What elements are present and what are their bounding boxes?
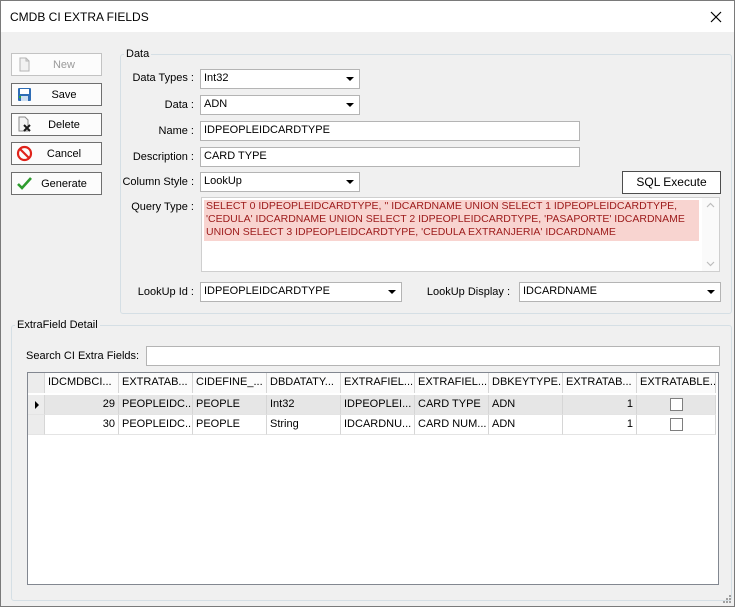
name-value: IDPEOPLEIDCARDTYPE <box>204 124 330 136</box>
name-field[interactable]: IDPEOPLEIDCARDTYPE <box>200 121 580 141</box>
lookup-display-value: IDCARDNAME <box>523 285 597 297</box>
query-type-field[interactable]: SELECT 0 IDPEOPLEIDCARDTYPE, '' IDCARDNA… <box>201 197 720 272</box>
scroll-up-icon <box>706 202 715 208</box>
save-button-label: Save <box>51 88 77 101</box>
lookup-display-label: LookUp Display : <box>426 286 510 298</box>
column-style-label: Column Style : <box>122 176 194 188</box>
window-title: CMDB CI EXTRA FIELDS <box>10 10 149 24</box>
data-value: ADN <box>204 98 228 110</box>
grid-header: IDCMDBCI... EXTRATAB... CIDEFINE_... DBD… <box>28 373 716 393</box>
row-checkbox[interactable] <box>669 418 683 431</box>
row-header <box>28 415 45 435</box>
table-cell[interactable]: 1 <box>563 395 637 415</box>
save-button[interactable]: Save <box>11 83 102 106</box>
description-label: Description : <box>132 151 194 163</box>
generate-button[interactable]: Generate <box>11 172 102 195</box>
column-header[interactable]: DBKEYTYPE... <box>489 373 563 393</box>
row-checkbox[interactable] <box>669 398 683 411</box>
new-button-label: New <box>52 58 75 71</box>
column-style-combo[interactable]: LookUp <box>200 172 360 192</box>
check-icon <box>16 175 33 192</box>
row-pointer-icon <box>35 401 39 409</box>
column-header[interactable]: EXTRATABLE... <box>637 373 716 393</box>
column-header[interactable]: CIDEFINE_... <box>193 373 267 393</box>
query-scrollbar[interactable] <box>702 198 719 271</box>
delete-button[interactable]: Delete <box>11 113 102 136</box>
lookup-display-combo[interactable]: IDCARDNAME <box>519 282 721 302</box>
row-header-corner <box>28 373 45 393</box>
table-cell[interactable]: IDPEOPLEI... <box>341 395 415 415</box>
table-cell[interactable]: 29 <box>45 395 119 415</box>
search-label: Search CI Extra Fields: <box>26 350 140 362</box>
data-types-combo[interactable]: Int32 <box>200 69 360 89</box>
table-cell <box>637 395 716 415</box>
lookup-id-value: IDPEOPLEIDCARDTYPE <box>204 285 330 297</box>
scroll-down-icon <box>706 261 715 267</box>
column-header[interactable]: EXTRATAB... <box>119 373 193 393</box>
data-types-value: Int32 <box>204 72 229 84</box>
cancel-button-label: Cancel <box>46 147 82 160</box>
chevron-down-icon <box>346 77 354 81</box>
table-cell[interactable]: CARD NUM... <box>415 415 489 435</box>
chevron-down-icon <box>388 290 396 294</box>
detail-group-legend: ExtraField Detail <box>17 319 98 331</box>
table-cell[interactable]: PEOPLEIDC... <box>119 415 193 435</box>
extra-fields-grid[interactable]: IDCMDBCI... EXTRATAB... CIDEFINE_... DBD… <box>27 372 719 585</box>
lookup-id-label: LookUp Id : <box>137 286 194 298</box>
column-style-value: LookUp <box>204 175 242 187</box>
resize-grip-icon[interactable] <box>722 594 732 604</box>
table-cell <box>637 415 716 435</box>
table-cell[interactable]: 1 <box>563 415 637 435</box>
save-icon <box>16 86 33 103</box>
new-button[interactable]: New <box>11 53 102 76</box>
table-cell[interactable]: PEOPLE <box>193 395 267 415</box>
delete-button-label: Delete <box>48 118 80 131</box>
table-cell[interactable]: String <box>267 415 341 435</box>
cancel-icon <box>16 145 33 162</box>
table-cell[interactable]: PEOPLE <box>193 415 267 435</box>
delete-document-icon <box>16 116 33 133</box>
sql-execute-button[interactable]: SQL Execute <box>622 171 721 194</box>
cancel-button[interactable]: Cancel <box>11 142 102 165</box>
search-input[interactable] <box>146 346 720 366</box>
table-cell[interactable]: PEOPLEIDC... <box>119 395 193 415</box>
close-icon <box>710 11 722 22</box>
title-bar: CMDB CI EXTRA FIELDS <box>1 1 734 32</box>
generate-button-label: Generate <box>41 177 87 190</box>
new-document-icon <box>16 56 33 73</box>
description-field[interactable]: CARD TYPE <box>200 147 580 167</box>
table-cell[interactable]: ADN <box>489 415 563 435</box>
query-type-label: Query Type : <box>131 201 194 213</box>
chevron-down-icon <box>346 180 354 184</box>
name-label: Name : <box>158 125 194 137</box>
data-group-legend: Data <box>126 48 150 60</box>
description-value: CARD TYPE <box>204 150 267 162</box>
column-header[interactable]: EXTRATAB... <box>563 373 637 393</box>
chevron-down-icon <box>707 290 715 294</box>
table-cell[interactable]: 30 <box>45 415 119 435</box>
table-cell[interactable]: IDCARDNU... <box>341 415 415 435</box>
column-header[interactable]: DBDATATY... <box>267 373 341 393</box>
data-label: Data : <box>164 99 194 111</box>
table-row[interactable]: 29 PEOPLEIDC... PEOPLE Int32 IDPEOPLEI..… <box>28 395 716 415</box>
dialog-window: CMDB CI EXTRA FIELDS New Save Delete Can… <box>0 0 735 607</box>
table-cell[interactable]: ADN <box>489 395 563 415</box>
query-type-value: SELECT 0 IDPEOPLEIDCARDTYPE, '' IDCARDNA… <box>206 200 688 238</box>
table-row[interactable]: 30 PEOPLEIDC... PEOPLE String IDCARDNU..… <box>28 415 716 435</box>
data-types-label: Data Types : <box>132 72 194 84</box>
column-header[interactable]: EXTRAFIEL... <box>341 373 415 393</box>
table-cell[interactable]: Int32 <box>267 395 341 415</box>
chevron-down-icon <box>346 103 354 107</box>
data-combo[interactable]: ADN <box>200 95 360 115</box>
column-header[interactable]: EXTRAFIEL... <box>415 373 489 393</box>
lookup-id-combo[interactable]: IDPEOPLEIDCARDTYPE <box>200 282 402 302</box>
close-button[interactable] <box>698 1 734 32</box>
current-row-indicator <box>28 395 45 415</box>
column-header[interactable]: IDCMDBCI... <box>45 373 119 393</box>
table-cell[interactable]: CARD TYPE <box>415 395 489 415</box>
